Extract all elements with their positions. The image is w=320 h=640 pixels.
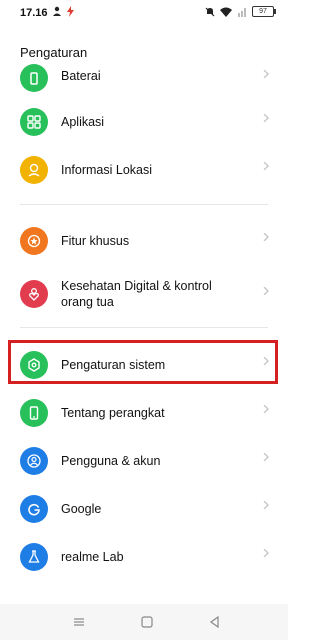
wifi-icon [220, 7, 232, 17]
back-nav-icon[interactable] [208, 615, 222, 629]
settings-item-label: Pengguna & akun [61, 454, 161, 468]
location-icon [20, 156, 48, 184]
settings-item-label: Informasi Lokasi [61, 163, 153, 177]
chevron-right-icon [263, 162, 269, 170]
heart-person-icon [20, 280, 48, 308]
chevron-right-icon [263, 405, 269, 413]
settings-item-label: realme Lab [61, 550, 124, 564]
settings-item-aplikasi[interactable]: Aplikasi [0, 98, 288, 146]
status-bar: 17.16 97 [0, 0, 288, 26]
user-notification-icon [53, 6, 61, 16]
settings-item-label: Fitur khusus [61, 234, 130, 248]
settings-item-label: Tentang perangkat [61, 406, 165, 420]
flash-icon [67, 6, 74, 17]
highlight-box [8, 340, 278, 384]
mute-icon [205, 7, 215, 16]
settings-item-label: Aplikasi [61, 115, 105, 129]
battery-indicator: 97 [252, 6, 276, 17]
phone-icon [20, 399, 48, 427]
settings-item-realme-lab[interactable]: realme Lab [0, 533, 288, 581]
settings-item-google[interactable]: Google [0, 485, 288, 533]
chevron-right-icon [263, 453, 269, 461]
battery-icon [20, 64, 48, 92]
settings-item-label: Google [61, 502, 102, 516]
section-divider [20, 327, 268, 328]
settings-item-fitur-khusus[interactable]: Fitur khusus [0, 217, 288, 265]
chevron-right-icon [263, 233, 269, 241]
navigation-bar [0, 604, 288, 640]
status-time: 17.16 [20, 7, 48, 19]
settings-item-informasi-lokasi[interactable]: Informasi Lokasi [0, 146, 288, 194]
section-divider [20, 204, 268, 205]
home-nav-icon[interactable] [140, 615, 154, 629]
chevron-right-icon [263, 501, 269, 509]
chevron-right-icon [263, 70, 269, 78]
chevron-right-icon [263, 114, 269, 122]
settings-item-label: Baterai [61, 69, 101, 83]
flask-icon [20, 543, 48, 571]
chevron-right-icon [263, 287, 269, 295]
user-icon [20, 447, 48, 475]
star-icon [20, 227, 48, 255]
settings-item-tentang-perangkat[interactable]: Tentang perangkat [0, 389, 288, 437]
settings-item-label: Kesehatan Digital & kontrol orang tua [61, 279, 212, 309]
chevron-right-icon [263, 549, 269, 557]
settings-item-pengguna-akun[interactable]: Pengguna & akun [0, 437, 288, 485]
settings-item-kesehatan-digital[interactable]: Kesehatan Digital & kontrol orang tua [0, 268, 288, 320]
signal-icon [238, 7, 246, 17]
apps-grid-icon [20, 108, 48, 136]
menu-nav-icon[interactable] [72, 615, 86, 629]
google-icon [20, 495, 48, 523]
